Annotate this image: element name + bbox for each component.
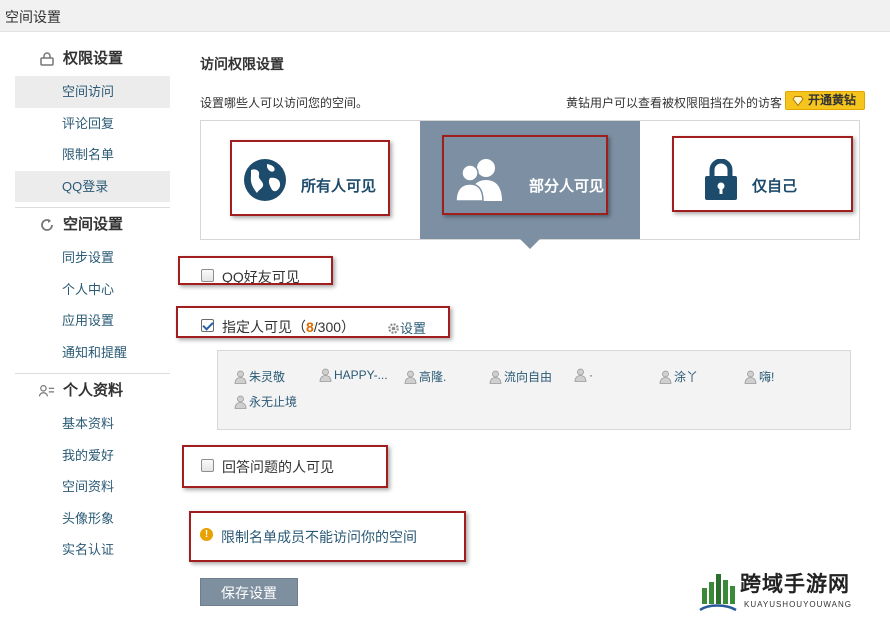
sidebar-item-hobbies[interactable]: 我的爱好 (15, 440, 170, 472)
user-icon (659, 370, 672, 384)
diamond-icon (792, 96, 804, 106)
sidebar-section-space-settings: 空间设置 (15, 208, 170, 242)
sidebar-item-basic-info[interactable]: 基本资料 (15, 408, 170, 440)
annotation-box (230, 140, 390, 216)
watermark-logo (699, 574, 737, 612)
save-button[interactable]: 保存设置 (200, 578, 298, 606)
sidebar-item-qq-login[interactable]: QQ登录 (15, 170, 170, 202)
friend-item[interactable]: 朱灵敬 (234, 368, 285, 385)
selected-option-pointer (520, 239, 540, 249)
sidebar-item-comment-reply[interactable]: 评论回复 (15, 108, 170, 140)
friend-item[interactable]: HAPPY-... (319, 368, 388, 382)
annotation-box (672, 136, 853, 212)
sidebar-item-notifications[interactable]: 通知和提醒 (15, 337, 170, 369)
user-icon (404, 370, 417, 384)
page-description: 设置哪些人可以访问您的空间。 (200, 96, 369, 110)
sidebar-item-blocklist[interactable]: 限制名单 (15, 139, 170, 171)
user-icon (489, 370, 502, 384)
user-icon (319, 368, 332, 382)
sidebar-section-profile: 个人资料 (15, 374, 170, 408)
annotation-box (189, 511, 466, 562)
profile-icon (39, 385, 55, 397)
annotation-box (442, 135, 608, 215)
user-icon (744, 370, 757, 384)
watermark-text: 跨域手游网 (740, 571, 850, 596)
annotation-box (176, 306, 450, 338)
friend-item[interactable]: 永无止境 (234, 393, 297, 410)
sidebar: 权限设置 空间访问 评论回复 限制名单 QQ登录 空间设置 同步设置 个人中心 … (15, 42, 170, 566)
page-title: 访问权限设置 (200, 56, 284, 72)
sidebar-item-real-name[interactable]: 实名认证 (15, 534, 170, 566)
open-vip-button[interactable]: 开通黄钻 (785, 91, 865, 110)
sync-icon (41, 219, 53, 231)
open-vip-label: 开通黄钻 (808, 93, 857, 107)
sidebar-item-personal-center[interactable]: 个人中心 (15, 274, 170, 306)
top-bar-title: 空间设置 (5, 9, 61, 25)
user-icon (234, 370, 247, 384)
friend-item[interactable]: 嗨! (744, 368, 774, 385)
vip-hint: 黄钻用户可以查看被权限阻挡在外的访客 (565, 96, 782, 110)
sidebar-item-space-access[interactable]: 空间访问 (15, 76, 170, 108)
friend-item[interactable]: 流向自由 (489, 368, 552, 385)
user-icon (234, 395, 247, 409)
annotation-box (178, 256, 333, 285)
friend-item[interactable]: 涂丫 (659, 368, 698, 385)
sidebar-section-title: 个人资料 (63, 382, 124, 399)
watermark-subtext: KUAYUSHOUYOUWANG (744, 600, 853, 609)
sidebar-item-app-settings[interactable]: 应用设置 (15, 305, 170, 337)
watermark: 跨域手游网 KUAYUSHOUYOUWANG (698, 566, 888, 616)
sidebar-section-title: 空间设置 (63, 216, 124, 233)
selected-friends-list: 朱灵敬 HAPPY-... 高隆. 流向自由 · 涂丫 嗨! 永无止境 (217, 350, 851, 430)
friend-item[interactable]: 高隆. (404, 368, 446, 385)
sidebar-item-avatar[interactable]: 头像形象 (15, 503, 170, 535)
sidebar-item-space-info[interactable]: 空间资料 (15, 471, 170, 503)
friend-item[interactable]: · (574, 368, 593, 382)
sidebar-section-title: 权限设置 (63, 50, 124, 67)
user-icon (574, 368, 587, 382)
sidebar-section-permissions: 权限设置 (15, 42, 170, 76)
lock-icon (40, 52, 54, 66)
annotation-box (182, 445, 388, 488)
sidebar-item-sync-settings[interactable]: 同步设置 (15, 242, 170, 274)
